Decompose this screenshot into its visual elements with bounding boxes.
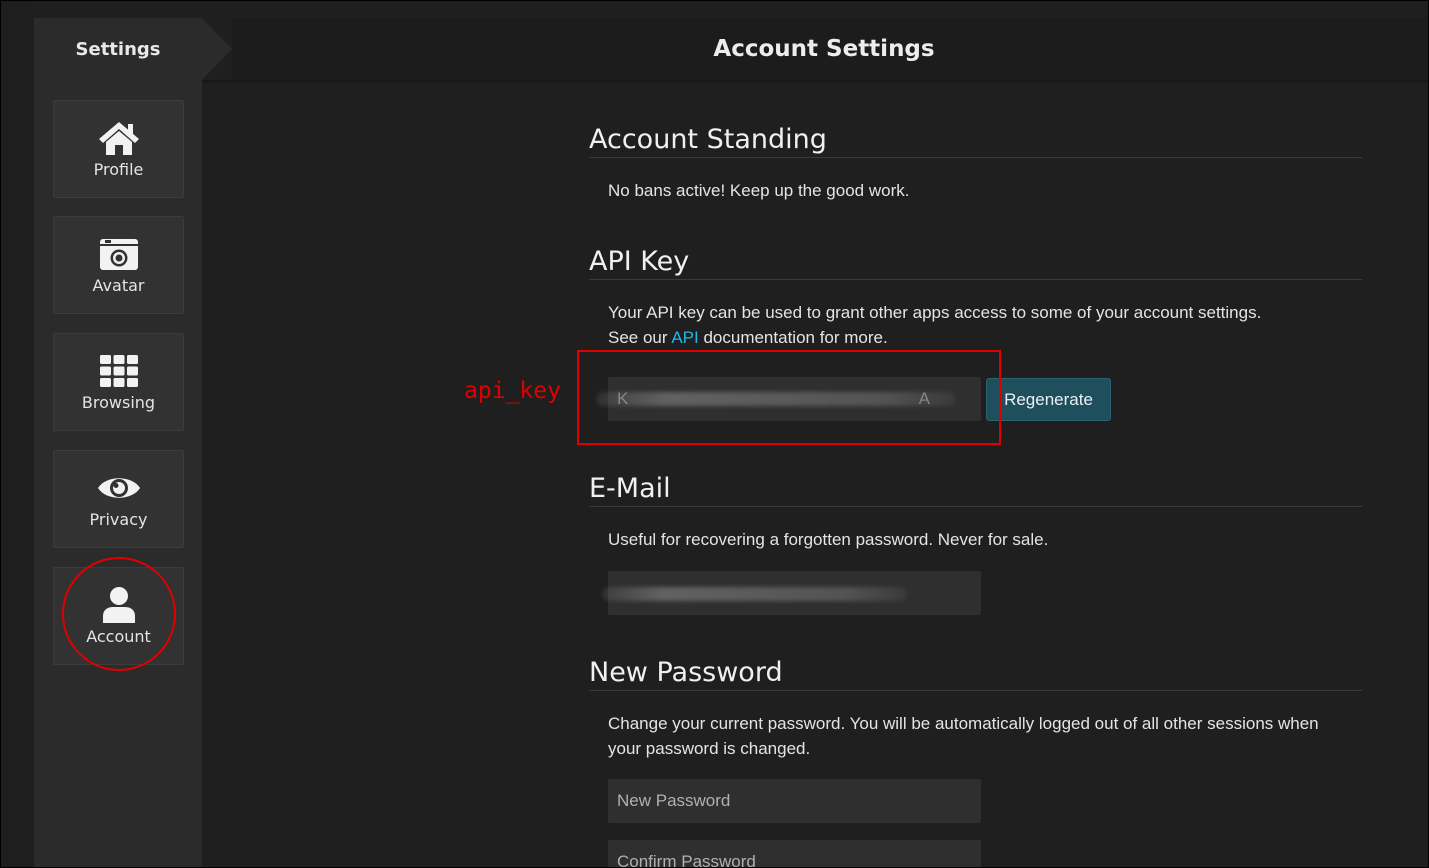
sidebar-item-browsing[interactable]: Browsing bbox=[53, 333, 184, 431]
eye-icon bbox=[96, 470, 142, 506]
sidebar-item-label: Privacy bbox=[89, 509, 148, 529]
camera-icon bbox=[99, 236, 139, 272]
api-doc-post: documentation for more. bbox=[698, 328, 888, 347]
email-description: Useful for recovering a forgotten passwo… bbox=[608, 530, 1049, 549]
sidebar-item-label: Profile bbox=[93, 159, 144, 179]
left-gutter bbox=[1, 1, 34, 867]
api-key-description: Your API key can be used to grant other … bbox=[608, 300, 1368, 350]
annotation-label: api_key bbox=[464, 378, 561, 404]
api-doc-pre: See our bbox=[608, 328, 672, 347]
page-header: Account Settings bbox=[232, 18, 1428, 80]
sidebar-item-privacy[interactable]: Privacy bbox=[53, 450, 184, 548]
new-password-field[interactable]: New Password bbox=[608, 779, 981, 823]
section-title-api-key: API Key bbox=[589, 246, 1362, 280]
header-shadow bbox=[202, 80, 1428, 84]
email-redaction bbox=[602, 587, 907, 601]
section-title-new-password: New Password bbox=[589, 657, 1362, 691]
section-title-account-standing: Account Standing bbox=[589, 124, 1362, 158]
grid-icon bbox=[99, 353, 139, 389]
confirm-password-field[interactable]: Confirm Password bbox=[608, 840, 981, 867]
sidebar-item-label: Browsing bbox=[81, 392, 156, 412]
api-key-description-line2: See our API documentation for more. bbox=[608, 325, 1368, 350]
sidebar-item-avatar[interactable]: Avatar bbox=[53, 216, 184, 314]
section-title-email: E-Mail bbox=[589, 473, 1362, 507]
page-title: Account Settings bbox=[713, 36, 935, 62]
annotation-circle bbox=[62, 557, 176, 671]
sidebar-item-profile[interactable]: Profile bbox=[53, 100, 184, 198]
api-doc-link[interactable]: API bbox=[671, 328, 698, 347]
home-icon bbox=[97, 120, 141, 156]
password-description: Change your current password. You will b… bbox=[608, 714, 1319, 758]
sidebar-title: Settings bbox=[75, 38, 161, 60]
api-key-description-line1: Your API key can be used to grant other … bbox=[608, 303, 1262, 322]
annotation-box bbox=[577, 350, 1001, 445]
regenerate-button[interactable]: Regenerate bbox=[986, 378, 1111, 421]
account-standing-text: No bans active! Keep up the good work. bbox=[608, 181, 910, 200]
sidebar-item-label: Avatar bbox=[92, 275, 145, 295]
sidebar-header: Settings bbox=[34, 18, 232, 80]
